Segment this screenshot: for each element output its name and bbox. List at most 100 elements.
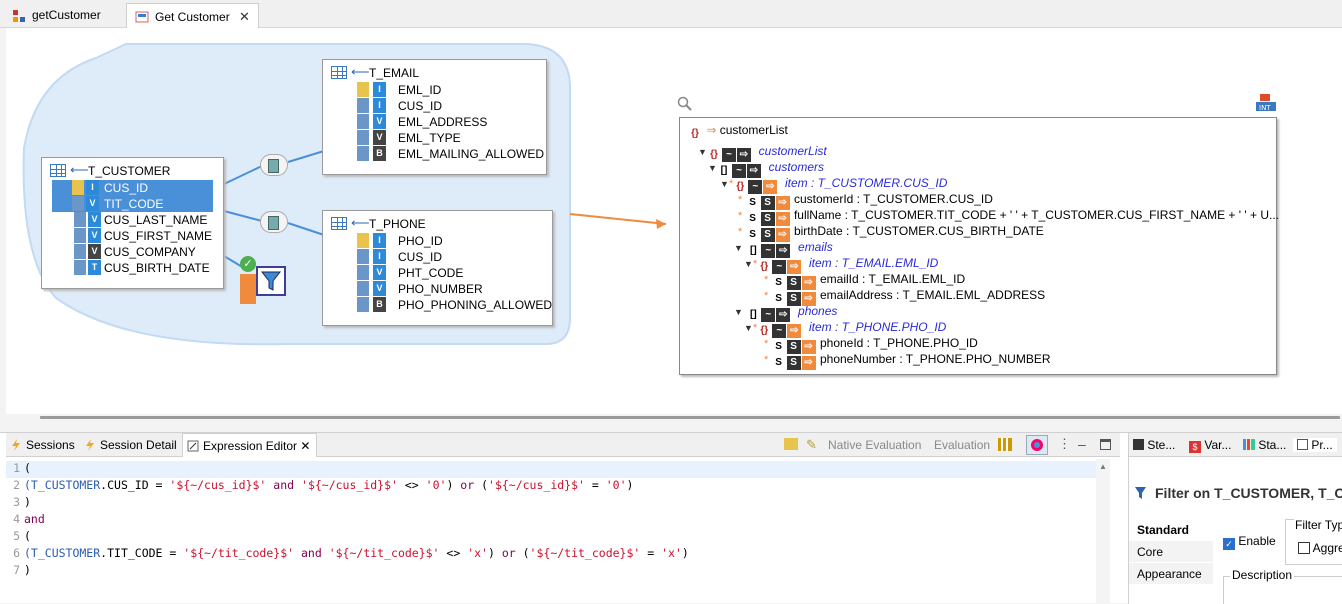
tab-get-customer[interactable]: Get Customer ✕ — [126, 3, 259, 28]
tree-node[interactable]: ▼*{} ~ ⇨ item : T_CUSTOMER.CUS_ID — [720, 176, 947, 194]
funnel-icon — [260, 271, 282, 291]
column-row[interactable]: V TIT_CODE — [52, 196, 213, 212]
close-icon[interactable]: ✕ — [300, 439, 310, 453]
tree-node[interactable]: ▼*{} ~ ⇨ item : T_EMAIL.EML_ID — [744, 256, 938, 274]
horizontal-scrollbar[interactable] — [40, 416, 1340, 419]
close-icon[interactable]: ✕ — [239, 9, 250, 24]
palette-toggle[interactable] — [1026, 435, 1048, 455]
enable-checkbox[interactable]: ✓ Enable — [1223, 534, 1276, 550]
json-output-tree[interactable]: {} ⇒ customerList ▼{} ~ ⇨ customerList ▼[]… — [679, 117, 1279, 375]
type-icon: V — [88, 228, 101, 243]
tab-statistics[interactable]: Sta... — [1243, 438, 1286, 452]
tree-node[interactable]: ▼ [] ~ ⇨ emails — [734, 240, 833, 258]
column-row[interactable]: I PHO_ID — [323, 233, 552, 249]
join-icon[interactable] — [260, 211, 288, 233]
wand-icon[interactable]: ✎ — [806, 437, 817, 453]
filter-tools-icon[interactable] — [240, 274, 256, 304]
column-row[interactable]: B EML_MAILING_ALLOWED — [323, 146, 546, 162]
column-row[interactable]: V PHO_NUMBER — [323, 281, 552, 297]
expand-icon[interactable]: ▼ — [744, 259, 753, 269]
node-label: emailAddress : T_EMAIL.EML_ADDRESS — [819, 288, 1046, 302]
column-row[interactable]: B PHO_PHONING_ALLOWED — [323, 297, 552, 313]
tree-node[interactable]: * S S ⇨ customerId : T_CUSTOMER.CUS_ID — [738, 192, 993, 210]
tree-node[interactable]: ▼[] ~ ⇨ customers — [708, 160, 824, 178]
tab-session-detail[interactable]: Session Detail — [80, 433, 183, 457]
type-icon: I — [373, 249, 386, 264]
maximize-icon[interactable] — [1100, 439, 1111, 450]
nav-core[interactable]: Core — [1129, 541, 1213, 563]
code-line[interactable]: 3) — [6, 495, 31, 512]
aggregate-checkbox[interactable]: Aggre — [1298, 541, 1342, 555]
nav-appearance[interactable]: Appearance — [1129, 563, 1213, 585]
nav-standard[interactable]: Standard — [1129, 519, 1213, 541]
tree-node[interactable]: * S S ⇨ birthDate : T_CUSTOMER.CUS_BIRTH_D… — [738, 224, 1044, 242]
expand-icon[interactable]: ▼ — [744, 323, 753, 333]
integration-icon[interactable]: INT — [1256, 94, 1276, 112]
expand-icon[interactable]: ▼ — [708, 163, 717, 173]
expand-icon[interactable]: ▼ — [734, 307, 743, 317]
tree-node[interactable]: * S S ⇨ emailAddress : T_EMAIL.EML_ADDRESS — [764, 288, 1046, 306]
column-row[interactable]: I CUS_ID — [52, 180, 213, 196]
tab-expression-editor[interactable]: Expression Editor ✕ — [182, 433, 318, 457]
join-icon[interactable] — [260, 154, 288, 176]
minimize-icon[interactable]: – — [1078, 436, 1086, 452]
column-row[interactable]: V CUS_LAST_NAME — [42, 212, 223, 228]
column-row[interactable]: I CUS_ID — [323, 98, 546, 114]
column-row[interactable]: I EML_ID — [323, 82, 546, 98]
column-name: TIT_CODE — [104, 197, 164, 211]
filter-icon[interactable] — [256, 266, 286, 296]
column-row[interactable]: V EML_ADDRESS — [323, 114, 546, 130]
expand-icon[interactable]: ▼ — [698, 147, 707, 157]
column-row[interactable]: I CUS_ID — [323, 249, 552, 265]
tree-node[interactable]: ▼ [] ~ ⇨ phones — [734, 304, 837, 322]
tree-node[interactable]: * S S ⇨ phoneId : T_PHONE.PHO_ID — [764, 336, 978, 354]
evaluation-button[interactable]: Evaluation — [934, 438, 990, 452]
expand-icon[interactable]: ▼ — [720, 179, 729, 189]
native-evaluation-button[interactable]: Native Evaluation — [828, 438, 921, 452]
tab-variables[interactable]: $ Var... — [1189, 438, 1231, 453]
code-line[interactable]: 4 and — [6, 512, 45, 529]
code-line[interactable]: 5( — [6, 529, 31, 546]
table-t-customer[interactable]: ⟵ T_CUSTOMER I CUS_ID V TIT_CODE V CUS_LAST… — [41, 157, 224, 289]
column-row[interactable]: V PHT_CODE — [323, 265, 552, 281]
tree-node[interactable]: * S S ⇨ fullName : T_CUSTOMER.TIT_CODE + '… — [738, 208, 1279, 226]
tree-node[interactable]: * S S ⇨ phoneNumber : T_PHONE.PHO_NUMBER — [764, 352, 1051, 370]
mapping-canvas[interactable]: ⟵ T_CUSTOMER I CUS_ID V TIT_CODE V CUS_LAST… — [6, 28, 1342, 414]
expression-code-editor[interactable]: 1(2 (T_CUSTOMER.CUS_ID = '${~/cus_id}$' a… — [6, 459, 1096, 604]
code-line[interactable]: 2 (T_CUSTOMER.CUS_ID = '${~/cus_id}$' and… — [6, 478, 633, 495]
tab-steps[interactable]: Ste... — [1133, 438, 1175, 452]
tree-node[interactable]: ▼*{} ~ ⇨ item : T_PHONE.PHO_ID — [744, 320, 946, 338]
tab-properties[interactable]: Pr... — [1293, 438, 1337, 452]
code-line[interactable]: 7) — [6, 563, 31, 580]
column-row[interactable]: V CUS_FIRST_NAME — [42, 228, 223, 244]
column-name: CUS_LAST_NAME — [104, 213, 208, 227]
more-icon[interactable]: ⋮ — [1058, 436, 1071, 452]
tree-node[interactable]: ▼{} ~ ⇨ customerList — [698, 144, 827, 162]
source-arrow-icon: ⟵ — [351, 215, 370, 230]
table-t-phone[interactable]: ⟵ T_PHONE I PHO_ID I CUS_ID V PHT_CODE V PHO… — [322, 210, 553, 326]
tab-getcustomer[interactable]: getCustomer — [4, 3, 109, 28]
column-row[interactable]: T CUS_BIRTH_DATE — [42, 260, 223, 276]
json-root-label: customerList — [719, 123, 788, 137]
library-icon[interactable] — [998, 438, 1012, 451]
bar-chart-icon — [1243, 439, 1255, 450]
node-label: customerList — [758, 144, 827, 158]
type-icon: I — [86, 180, 99, 195]
tree-node[interactable]: * S S ⇨ emailId : T_EMAIL.EML_ID — [764, 272, 965, 290]
column-row[interactable]: V EML_TYPE — [323, 130, 546, 146]
required-icon: * — [738, 210, 743, 222]
zoom-icon[interactable] — [677, 96, 693, 115]
column-name: CUS_ID — [104, 181, 149, 195]
table-t-email[interactable]: ⟵ T_EMAIL I EML_ID I CUS_ID V EML_ADDRESS V… — [322, 59, 547, 175]
code-line[interactable]: 6 (T_CUSTOMER.TIT_CODE = '${~/tit_code}$'… — [6, 546, 689, 563]
line-number: 5 — [13, 529, 20, 543]
tab-sessions[interactable]: Sessions — [6, 433, 81, 457]
vertical-scrollbar[interactable]: ▲ — [1096, 459, 1110, 604]
code-token: ( — [24, 461, 31, 475]
column-row[interactable]: V CUS_COMPANY — [42, 244, 223, 260]
toolbox-icon[interactable] — [784, 438, 798, 450]
dollar-icon: $ — [1189, 441, 1201, 453]
expand-icon[interactable]: ▼ — [734, 243, 743, 253]
code-line[interactable]: 1( — [6, 461, 1096, 478]
